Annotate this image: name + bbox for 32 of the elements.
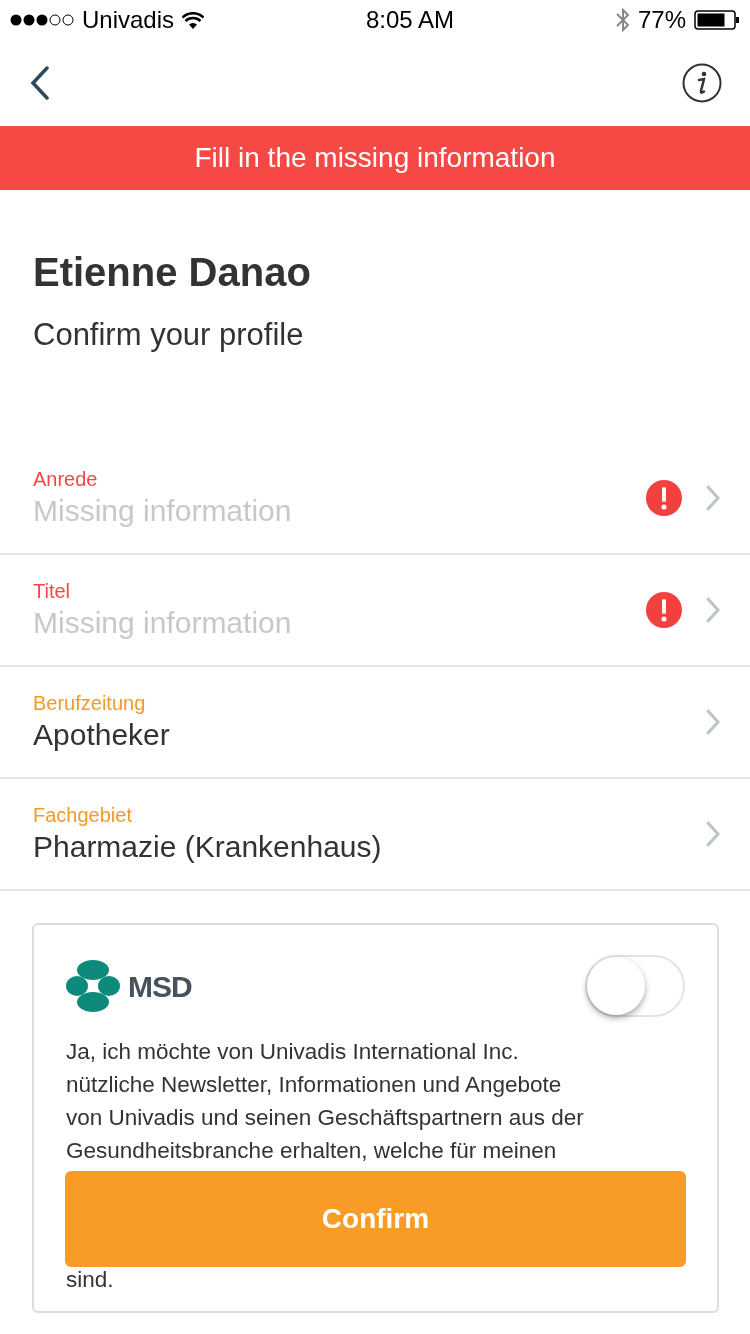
bluetooth-icon <box>615 7 630 33</box>
logo-text: MSD <box>128 968 192 1005</box>
profile-field-row[interactable]: Berufzeitung Apotheker <box>0 667 750 780</box>
profile-name: Etienne Danao <box>33 249 312 296</box>
field-value: Pharmazie (Krankenhaus) <box>33 828 383 865</box>
battery-icon <box>694 10 740 30</box>
carrier-name: Univadis <box>82 5 175 35</box>
signal-icon <box>10 13 74 27</box>
wifi-icon <box>182 11 205 29</box>
info-icon[interactable] <box>682 63 722 103</box>
consent-toggle[interactable] <box>585 955 685 1018</box>
field-label: Titel <box>33 578 72 603</box>
error-icon <box>646 480 682 517</box>
consent-text: Ja, ich möchte von Univadis International Inc. nützliche Newsletter, Informationen und Angebote von Univadis und seinen Geschäftspartnern aus der Gesundheitsbranche erhalten, welche für meinen <box>66 1038 585 1166</box>
logo-icon <box>66 960 120 1013</box>
chevron-right-icon <box>706 485 720 512</box>
field-value: Apotheker <box>33 716 171 753</box>
consent-text: sind. <box>66 1266 115 1295</box>
chevron-right-icon <box>706 597 720 624</box>
back-icon[interactable] <box>30 66 50 100</box>
error-banner: Fill in the missing information <box>0 126 750 190</box>
error-icon <box>646 592 682 629</box>
confirm-button[interactable]: Confirm <box>65 1171 686 1268</box>
profile-subtitle: Confirm your profile <box>33 316 305 354</box>
field-label: Fachgebiet <box>33 802 133 827</box>
status-time: 8:05 AM <box>365 5 455 35</box>
chevron-right-icon <box>706 821 720 848</box>
battery-percent: 77% <box>637 5 686 35</box>
profile-field-row[interactable]: Fachgebiet Pharmazie (Krankenhaus) <box>0 779 750 892</box>
chevron-right-icon <box>706 709 720 736</box>
field-label: Anrede <box>33 466 99 491</box>
field-label: Berufzeitung <box>33 690 147 715</box>
